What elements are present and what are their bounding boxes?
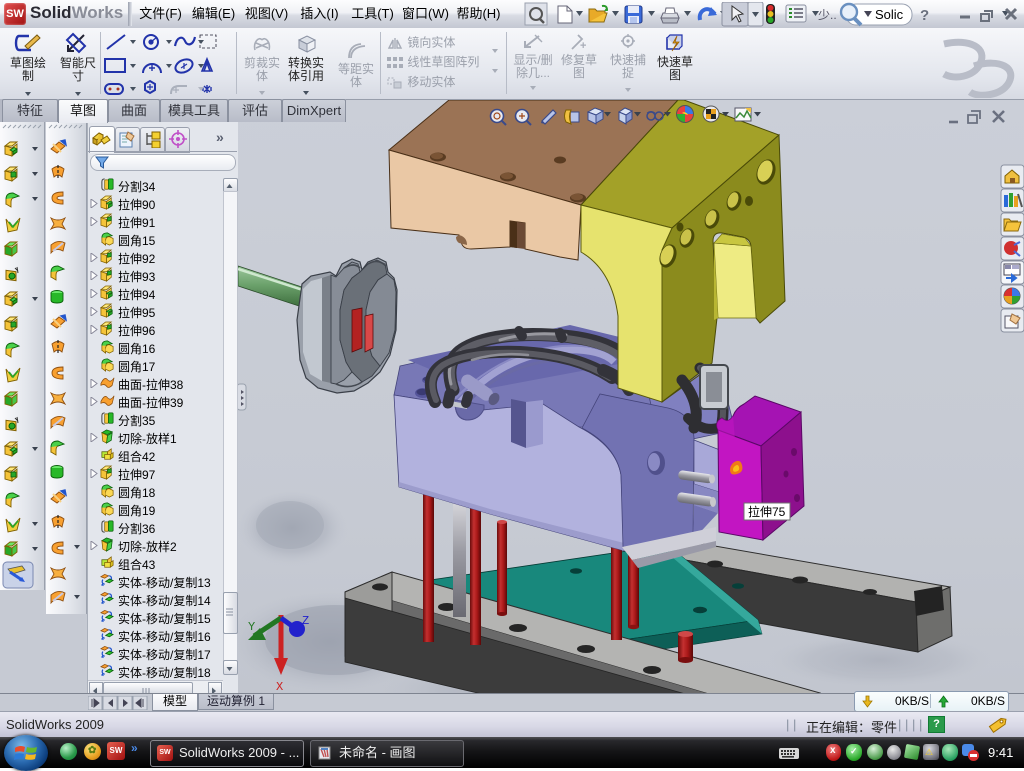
svg-text:+: + [580,40,586,51]
svg-text:Z: Z [302,614,309,628]
svg-text:?: ? [920,7,929,24]
svg-text:Solic: Solic [875,7,904,22]
svg-text:Y: Y [248,620,255,634]
svg-text:少..: 少.. [818,8,837,22]
svg-text:拉伸75: 拉伸75 [748,504,786,519]
svg-text:X: X [276,680,283,693]
